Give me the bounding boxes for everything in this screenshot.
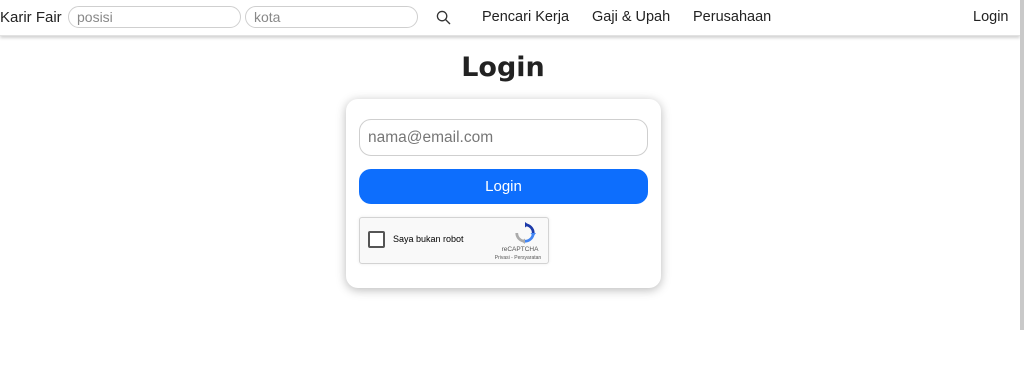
recaptcha-widget: Saya bukan robot reCAPTCHA Privasi - Per… <box>359 217 549 264</box>
position-search-input[interactable] <box>68 6 241 28</box>
nav-salary[interactable]: Gaji & Upah <box>592 9 670 25</box>
recaptcha-terms-link[interactable]: Persyaratan <box>514 255 541 261</box>
nav-companies[interactable]: Perusahaan <box>693 9 771 25</box>
recaptcha-label: Saya bukan robot <box>393 234 464 244</box>
recaptcha-privacy-link[interactable]: Privasi <box>495 255 510 261</box>
recaptcha-checkbox[interactable] <box>368 231 385 248</box>
nav-login[interactable]: Login <box>973 9 1008 25</box>
recaptcha-links: Privasi - Persyaratan <box>486 255 550 261</box>
search-icon <box>436 10 450 24</box>
top-navbar: Karir Fair Pencari Kerja Gaji & Upah Per… <box>0 0 1020 36</box>
page-title: Login <box>461 52 545 83</box>
city-search-input[interactable] <box>245 6 418 28</box>
email-field[interactable] <box>359 119 648 156</box>
login-card: Login Saya bukan robot reCAPTCHA Privasi… <box>346 99 661 288</box>
recaptcha-brand: reCAPTCHA <box>501 246 539 253</box>
recaptcha-logo-icon <box>515 222 536 244</box>
scrollbar[interactable] <box>1020 0 1024 330</box>
nav-job-seekers[interactable]: Pencari Kerja <box>482 9 569 25</box>
brand-logo[interactable]: Karir Fair <box>0 9 62 26</box>
search-button[interactable] <box>432 6 454 28</box>
login-button[interactable]: Login <box>359 169 648 204</box>
